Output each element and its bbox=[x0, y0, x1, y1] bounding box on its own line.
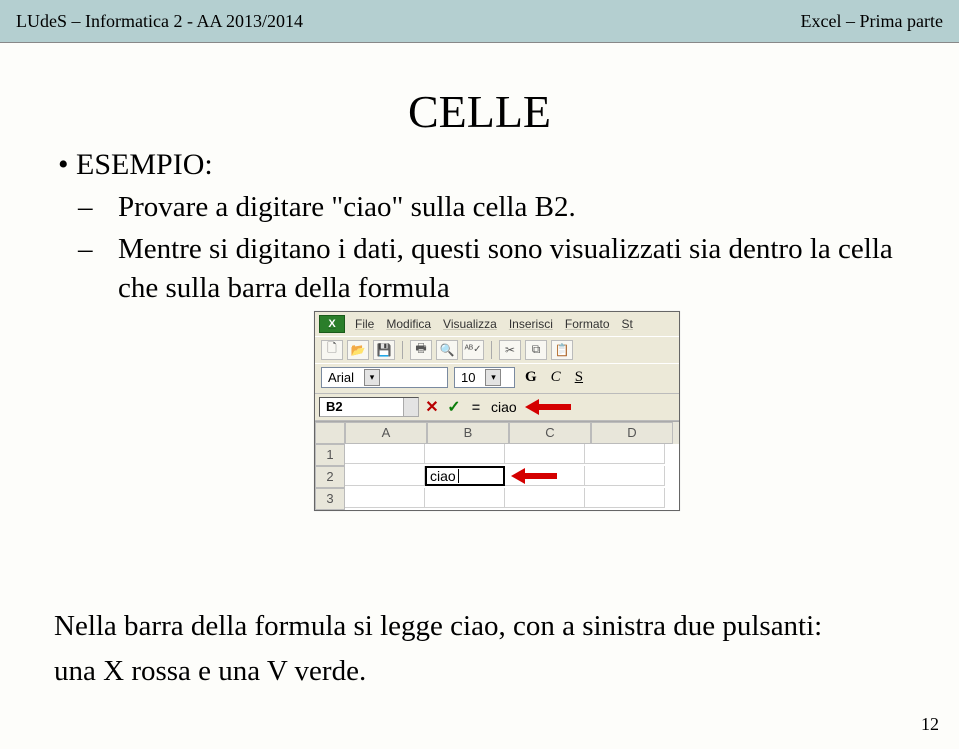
bullet-l1-text: ESEMPIO: bbox=[76, 148, 213, 181]
cell-d2[interactable] bbox=[585, 466, 665, 486]
cell-b2-value: ciao bbox=[430, 468, 456, 484]
col-header-d[interactable]: D bbox=[591, 422, 673, 444]
excel-grid: A B C D 1 2 ciao bbox=[315, 421, 679, 510]
cell-c3[interactable] bbox=[505, 488, 585, 508]
slide-title: CELLE bbox=[54, 85, 905, 138]
menu-visualizza[interactable]: Visualizza bbox=[439, 317, 501, 331]
menu-strumenti[interactable]: St bbox=[618, 317, 637, 331]
excel-screenshot: X File Modifica Visualizza Inserisci For… bbox=[314, 311, 680, 511]
footer-line-2: una X rossa e una V verde. bbox=[54, 652, 905, 691]
enter-check-button[interactable]: ✓ bbox=[445, 398, 463, 416]
preview-icon[interactable]: 🔍 bbox=[436, 340, 458, 360]
bullet-level-2: –Mentre si digitano i dati, questi sono … bbox=[98, 230, 905, 307]
cell-a2[interactable] bbox=[345, 466, 425, 486]
header-right: Excel – Prima parte bbox=[801, 11, 943, 32]
open-icon[interactable]: 📂 bbox=[347, 340, 369, 360]
menu-inserisci[interactable]: Inserisci bbox=[505, 317, 557, 331]
cell-c2[interactable] bbox=[505, 466, 585, 486]
header-left: LUdeS – Informatica 2 - AA 2013/2014 bbox=[16, 11, 303, 32]
save-icon[interactable]: 💾 bbox=[373, 340, 395, 360]
underline-button[interactable]: S bbox=[571, 369, 587, 386]
menu-modifica[interactable]: Modifica bbox=[382, 317, 435, 331]
font-name-combo[interactable]: Arial ▾ bbox=[321, 367, 448, 388]
font-size-value: 10 bbox=[461, 370, 475, 385]
select-all-corner[interactable] bbox=[315, 422, 345, 444]
bullet-l2b-text: Mentre si digitano i dati, questi sono v… bbox=[118, 233, 893, 303]
menu-formato[interactable]: Formato bbox=[561, 317, 614, 331]
cell-b3[interactable] bbox=[425, 488, 505, 508]
excel-formula-bar: B2 ✕ ✓ = ciao bbox=[315, 393, 679, 421]
cell-b2-active[interactable]: ciao bbox=[425, 466, 505, 486]
chevron-down-icon[interactable]: ▾ bbox=[364, 369, 380, 386]
cut-icon[interactable]: ✂ bbox=[499, 340, 521, 360]
page-header: LUdeS – Informatica 2 - AA 2013/2014 Exc… bbox=[0, 0, 959, 43]
bold-button[interactable]: G bbox=[521, 369, 541, 386]
bullet-l2a-text: Provare a digitare "ciao" sulla cella B2… bbox=[118, 191, 576, 223]
cell-d3[interactable] bbox=[585, 488, 665, 508]
italic-button[interactable]: C bbox=[547, 369, 565, 386]
cell-c1[interactable] bbox=[505, 444, 585, 464]
red-arrow-icon bbox=[511, 468, 557, 484]
row-header-2[interactable]: 2 bbox=[315, 466, 345, 488]
equals-button[interactable]: = bbox=[467, 398, 485, 416]
print-icon[interactable]: 🖶 bbox=[410, 340, 432, 360]
font-name-value: Arial bbox=[328, 370, 354, 385]
formula-text[interactable]: ciao bbox=[491, 399, 517, 415]
row-header-1[interactable]: 1 bbox=[315, 444, 345, 466]
footer-paragraph: Nella barra della formula si legge ciao,… bbox=[54, 601, 905, 697]
excel-app-icon: X bbox=[319, 315, 345, 333]
bullet-level-2: –Provare a digitare "ciao" sulla cella B… bbox=[98, 188, 905, 226]
paste-icon[interactable]: 📋 bbox=[551, 340, 573, 360]
cancel-x-button[interactable]: ✕ bbox=[423, 398, 441, 416]
chevron-down-icon[interactable]: ▾ bbox=[485, 369, 501, 386]
col-header-b[interactable]: B bbox=[427, 422, 509, 444]
cell-b1[interactable] bbox=[425, 444, 505, 464]
spellcheck-icon[interactable]: ᴬᴮ✓ bbox=[462, 340, 484, 360]
new-file-icon[interactable]: 🗋 bbox=[321, 340, 343, 360]
excel-toolbar-standard: 🗋 📂 💾 🖶 🔍 ᴬᴮ✓ ✂ ⧉ 📋 bbox=[315, 336, 679, 363]
col-header-c[interactable]: C bbox=[509, 422, 591, 444]
col-header-a[interactable]: A bbox=[345, 422, 427, 444]
menu-file[interactable]: File bbox=[351, 317, 378, 331]
excel-toolbar-formatting: Arial ▾ 10 ▾ G C S bbox=[315, 363, 679, 393]
row-header-3[interactable]: 3 bbox=[315, 488, 345, 510]
cell-d1[interactable] bbox=[585, 444, 665, 464]
page-number: 12 bbox=[921, 714, 939, 735]
copy-icon[interactable]: ⧉ bbox=[525, 340, 547, 360]
footer-line-1: Nella barra della formula si legge ciao,… bbox=[54, 607, 905, 646]
cell-a1[interactable] bbox=[345, 444, 425, 464]
excel-menubar: X File Modifica Visualizza Inserisci For… bbox=[315, 312, 679, 336]
red-arrow-icon bbox=[525, 399, 571, 415]
name-box[interactable]: B2 bbox=[319, 397, 419, 417]
font-size-combo[interactable]: 10 ▾ bbox=[454, 367, 515, 388]
cell-a3[interactable] bbox=[345, 488, 425, 508]
bullet-level-1: • ESEMPIO: bbox=[58, 148, 905, 182]
